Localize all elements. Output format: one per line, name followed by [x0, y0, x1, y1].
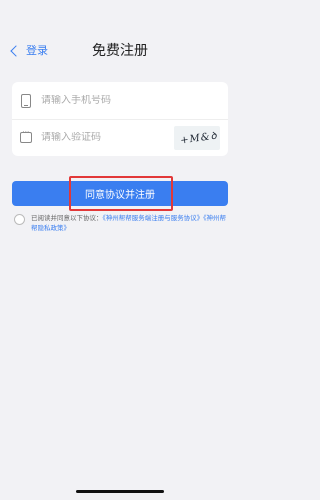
verification-code-input[interactable]	[41, 132, 161, 143]
code-row: +M&ꝺ	[12, 119, 228, 156]
nav-bar: 登录 免费注册	[0, 38, 240, 66]
register-form: +M&ꝺ	[12, 82, 228, 156]
agreement-checkbox[interactable]	[14, 214, 25, 225]
service-agreement-link[interactable]: 《神州帮帮服务端注册与服务协议》	[103, 214, 204, 222]
page-title: 免费注册	[92, 43, 148, 59]
message-icon	[20, 128, 32, 143]
agreement-prefix: 已阅读并同意以下协议：	[31, 214, 103, 222]
phone-row	[12, 82, 228, 120]
captcha-image[interactable]: +M&ꝺ	[174, 126, 220, 150]
phone-icon	[20, 93, 32, 108]
agreement-section: 已阅读并同意以下协议：《神州帮帮服务端注册与服务协议》《神州帮帮隐私政策》	[14, 213, 228, 233]
home-indicator	[76, 490, 164, 493]
captcha-text: +M&ꝺ	[179, 130, 219, 147]
phone-input[interactable]	[41, 95, 161, 106]
agree-and-register-button[interactable]: 同意协议并注册	[12, 181, 228, 206]
agreement-text: 已阅读并同意以下协议：《神州帮帮服务端注册与服务协议》《神州帮帮隐私政策》	[31, 213, 228, 233]
